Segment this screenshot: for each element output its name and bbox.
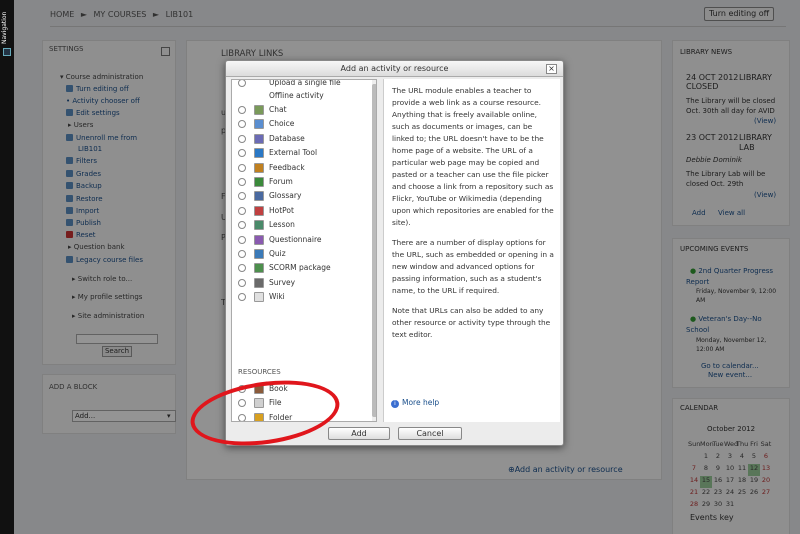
module-label: Glossary (269, 191, 302, 201)
module-option-chat[interactable]: Chat (232, 103, 370, 117)
module-icon (254, 220, 264, 231)
navigation-dock-icon[interactable] (3, 48, 11, 56)
module-icon (254, 119, 264, 130)
resources-section-header: RESOURCES (238, 368, 281, 376)
radio-button[interactable] (238, 134, 246, 143)
scrollbar-thumb[interactable] (372, 84, 376, 417)
module-icon (254, 249, 264, 259)
module-label: SCORM package (269, 263, 331, 273)
module-option-choice[interactable]: Choice (232, 117, 370, 131)
module-label: Database (269, 133, 305, 143)
module-label: Quiz (269, 249, 286, 258)
module-label: Forum (269, 177, 293, 186)
module-option-quiz[interactable]: Quiz (232, 247, 370, 261)
module-option-lesson[interactable]: Lesson (232, 218, 370, 232)
radio-button[interactable] (238, 149, 246, 158)
module-option-forum[interactable]: Forum (232, 175, 370, 189)
module-option-survey[interactable]: Survey (232, 276, 370, 290)
module-option-offline-activity[interactable]: Offline activity (232, 89, 370, 103)
navigation-label[interactable]: Navigation (1, 8, 13, 44)
radio-button[interactable] (238, 106, 246, 114)
radio-button[interactable] (238, 235, 246, 244)
module-icon (254, 191, 264, 202)
module-option-hotpot[interactable]: HotPot (232, 204, 370, 218)
description-paragraph: The URL module enables a teacher to prov… (392, 86, 554, 227)
list-scrollbar[interactable] (372, 80, 376, 421)
radio-button[interactable] (238, 178, 246, 186)
dialog-title: Add an activity or resource (226, 61, 563, 77)
module-icon (254, 205, 264, 216)
module-label: Survey (269, 277, 296, 287)
radio-button[interactable] (238, 278, 246, 287)
module-label: HotPot (269, 205, 294, 215)
module-option-glossary[interactable]: Glossary (232, 189, 370, 203)
module-label: Lesson (269, 220, 295, 230)
module-icon (254, 105, 264, 115)
radio-button[interactable] (238, 250, 246, 258)
radio-button[interactable] (238, 120, 246, 129)
description-paragraph: Note that URLs can also be added to any … (392, 306, 551, 339)
module-label: Chat (269, 105, 287, 114)
module-icon (254, 177, 264, 187)
module-icon (254, 263, 264, 274)
radio-button[interactable] (238, 293, 246, 302)
module-description: The URL module enables a teacher to prov… (383, 79, 560, 422)
module-icon (254, 133, 264, 144)
description-paragraph: There are a number of display options fo… (392, 238, 554, 295)
module-icon (254, 234, 264, 245)
radio-button[interactable] (238, 80, 246, 87)
close-button[interactable]: × (546, 64, 557, 74)
module-option-external-tool[interactable]: External Tool (232, 146, 370, 160)
module-label: Wiki (269, 292, 285, 302)
module-option-feedback[interactable]: Feedback (232, 161, 370, 175)
module-option-database[interactable]: Database (232, 132, 370, 146)
radio-button[interactable] (238, 163, 246, 172)
module-option-questionnaire[interactable]: Questionnaire (232, 233, 370, 247)
module-label: Choice (269, 119, 295, 129)
module-label: Offline activity (269, 91, 324, 100)
module-label: Questionnaire (269, 234, 322, 244)
module-icon (254, 148, 264, 159)
info-icon: i (391, 400, 399, 408)
module-option-wiki[interactable]: Wiki (232, 290, 370, 304)
radio-button[interactable] (238, 221, 246, 230)
module-icon (254, 277, 264, 288)
module-label: External Tool (269, 148, 318, 158)
more-help-link[interactable]: i More help (391, 398, 439, 408)
radio-button[interactable] (238, 264, 246, 273)
module-list: Upload a single file Offline activity Chat… (231, 79, 377, 422)
radio-button[interactable] (238, 206, 246, 215)
module-option-scorm-package[interactable]: SCORM package (232, 261, 370, 275)
module-icon (254, 162, 264, 173)
add-button[interactable]: Add (328, 427, 390, 440)
navigation-strip: Navigation (0, 0, 14, 534)
module-label: Feedback (269, 162, 305, 172)
cancel-button[interactable]: Cancel (398, 427, 462, 440)
radio-button[interactable] (238, 192, 246, 201)
module-icon (254, 292, 264, 303)
